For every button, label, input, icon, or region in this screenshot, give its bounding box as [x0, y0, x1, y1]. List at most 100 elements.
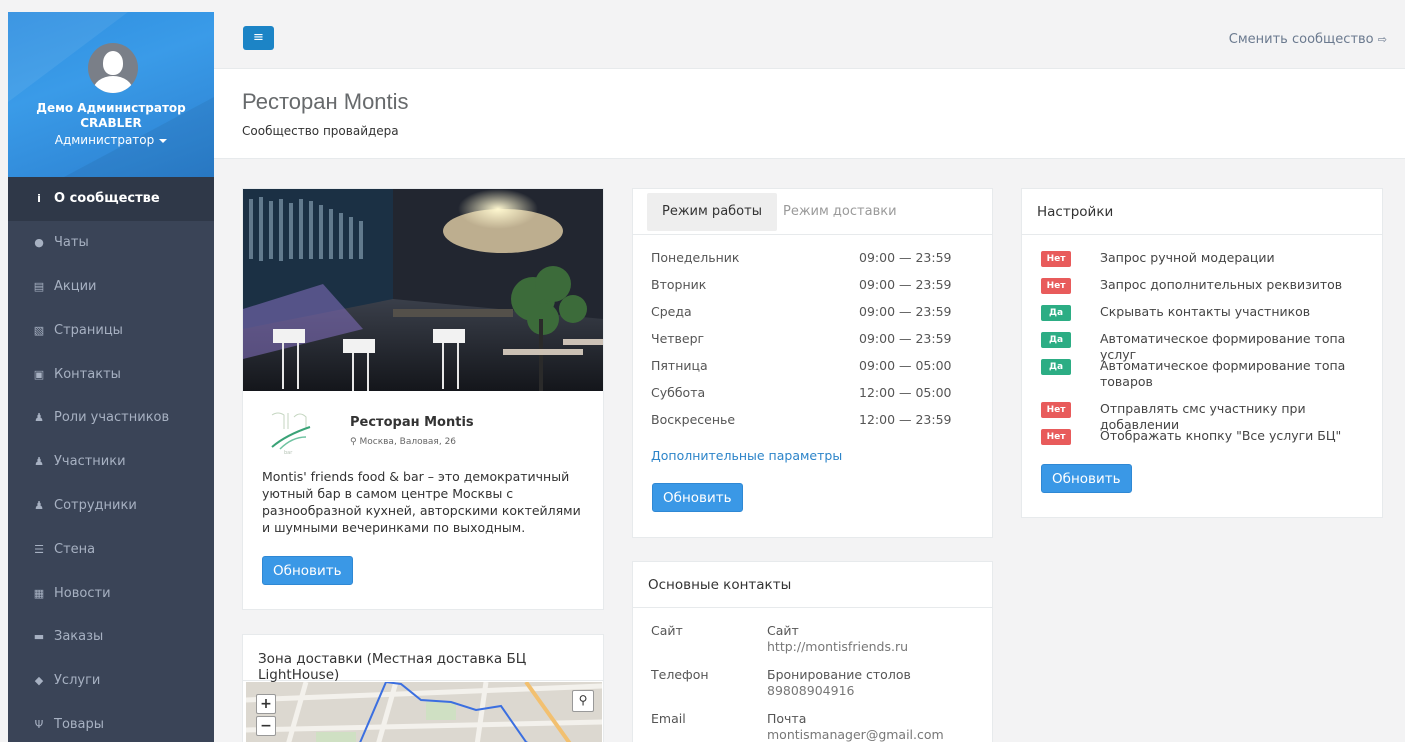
sidebar-item[interactable]: ♟ Роли участников — [8, 396, 214, 440]
newspaper-icon: ▦ — [33, 586, 45, 600]
map-marker-icon: ⚲ — [578, 693, 588, 707]
sidebar-item[interactable]: i О сообществе — [8, 177, 214, 221]
delivery-map[interactable]: + − ⚲ — [246, 682, 602, 742]
cutlery-icon: Ψ — [34, 717, 44, 731]
settings-header: Настройки — [1022, 189, 1382, 235]
switch-community-label: Сменить сообщество — [1228, 32, 1374, 47]
sidebar-item-label: Участники — [54, 454, 126, 470]
map-marker-icon: ⚲ — [350, 437, 357, 447]
sidebar-item-label: Акции — [54, 278, 97, 294]
restaurant-address-text: Москва, Валовая, 26 — [359, 437, 457, 447]
schedule-day: Вторник — [651, 277, 707, 292]
car-icon: ◆ — [34, 674, 44, 688]
zoom-out-button[interactable]: − — [256, 716, 276, 736]
sidebar-item[interactable]: ☰ Стена — [8, 527, 214, 571]
page-title: Ресторан Montis — [242, 89, 409, 114]
sidebar-item-label: Чаты — [54, 235, 89, 251]
sidebar-item-label: Страницы — [54, 322, 123, 338]
setting-label: Запрос ручной модерации — [1100, 250, 1275, 265]
schedule-time: 09:00 — 05:00 — [859, 358, 952, 373]
settings-title: Настройки — [1037, 204, 1114, 220]
settings-card: Настройки Нет Запрос ручной модерации Нет З… — [1021, 188, 1383, 518]
zoom-in-button[interactable]: + — [256, 694, 276, 714]
sidebar-item[interactable]: ♟ Сотрудники — [8, 484, 214, 528]
schedule-day: Понедельник — [651, 250, 740, 265]
schedule-day: Среда — [651, 304, 692, 319]
contact-detail[interactable]: montismanager@gmail.com — [767, 727, 944, 742]
schedule-day: Воскресенье — [651, 412, 736, 427]
sidebar-item[interactable]: Ψ Товары — [8, 703, 214, 742]
map-marker-button[interactable]: ⚲ — [572, 690, 594, 712]
schedule-time: 09:00 — 23:59 — [859, 250, 952, 265]
sidebar-nav: i О сообществе ● Чаты ▤ Акции ▧ Страницы ▣ Контак… — [8, 177, 214, 742]
settings-update-button[interactable]: Обновить — [1041, 464, 1132, 493]
delivery-zone-header: Зона доставки (Местная доставка БЦ Light… — [243, 635, 603, 683]
list-icon: ☰ — [34, 542, 44, 556]
setting-row: Нет Запрос дополнительных реквизитов — [1041, 277, 1371, 294]
status-badge: Нет — [1041, 278, 1071, 294]
setting-row: Нет Запрос ручной модерации — [1041, 250, 1371, 267]
contact-value: Сайт http://montisfriends.ru — [767, 623, 908, 655]
sidebar-item[interactable]: ● Чаты — [8, 221, 214, 265]
status-badge: Да — [1041, 359, 1071, 375]
delivery-zone-card: Зона доставки (Местная доставка БЦ Light… — [242, 634, 604, 742]
sidebar-item-label: Новости — [54, 585, 111, 601]
profile-org: CRABLER — [80, 116, 142, 130]
sidebar-item[interactable]: ▦ Новости — [8, 571, 214, 615]
contact-label: Email — [651, 711, 686, 726]
cart-icon: ▬ — [33, 630, 45, 644]
sidebar-item-label: Сотрудники — [54, 497, 137, 513]
avatar[interactable] — [88, 43, 138, 93]
file-icon: ▤ — [33, 279, 45, 293]
profile-role-dropdown[interactable]: Администратор — [8, 133, 214, 147]
extra-params-link[interactable]: Дополнительные параметры — [651, 448, 842, 463]
profile-block: Демо Администратор CRABLER Администратор — [8, 12, 214, 177]
topbar: ≡ Сменить сообщество ⇨ — [214, 12, 1405, 69]
setting-label: Скрывать контакты участников — [1100, 304, 1311, 319]
schedule-tabs: Режим работы Режим доставки — [633, 189, 992, 235]
schedule-time: 09:00 — 23:59 — [859, 277, 952, 292]
users-icon: ♟ — [34, 411, 44, 425]
status-badge: Нет — [1041, 251, 1071, 267]
setting-label: Автоматическое формирование топа товаров — [1100, 358, 1346, 389]
sidebar-item-label: Контакты — [54, 366, 121, 382]
sign-out-icon: ⇨ — [1377, 33, 1387, 46]
restaurant-address: ⚲ Москва, Валовая, 26 — [350, 437, 456, 447]
tab-working-hours[interactable]: Режим работы — [647, 193, 777, 231]
delivery-zone-title: Зона доставки (Местная доставка БЦ Light… — [258, 651, 527, 683]
file-image-icon: ▧ — [33, 323, 45, 337]
tab-delivery-hours[interactable]: Режим доставки — [768, 193, 912, 231]
status-badge: Да — [1041, 305, 1071, 321]
contact-detail[interactable]: 89808904916 — [767, 683, 911, 699]
schedule-day: Суббота — [651, 385, 706, 400]
restaurant-description: Montis' friends food & bar – это демокра… — [262, 469, 581, 535]
sidebar-item[interactable]: ◆ Услуги — [8, 659, 214, 703]
sidebar-item-label: О сообществе — [54, 191, 160, 207]
sidebar-item-label: Роли участников — [54, 410, 170, 426]
contact-name: Бронирование столов — [767, 667, 911, 682]
restaurant-update-button[interactable]: Обновить — [262, 556, 353, 585]
restaurant-card: bar Ресторан Montis ⚲ Москва, Валовая, 2… — [242, 188, 604, 610]
switch-community-link[interactable]: Сменить сообщество ⇨ — [1229, 32, 1387, 47]
restaurant-name: Ресторан Montis — [350, 415, 474, 430]
setting-label: Отображать кнопку "Все услуги БЦ" — [1100, 428, 1342, 443]
contact-detail[interactable]: http://montisfriends.ru — [767, 639, 908, 655]
sidebar-item[interactable]: ▤ Акции — [8, 265, 214, 309]
contact-name: Почта — [767, 711, 807, 726]
menu-toggle-button[interactable]: ≡ — [243, 26, 274, 50]
setting-row: Да Скрывать контакты участников — [1041, 304, 1371, 321]
schedule-day: Пятница — [651, 358, 708, 373]
contacts-card: Основные контакты Сайт Сайт http://montisf… — [632, 561, 993, 742]
status-badge: Да — [1041, 332, 1071, 348]
schedule-update-button[interactable]: Обновить — [652, 483, 743, 512]
comments-icon: ● — [34, 236, 44, 250]
schedule-time: 09:00 — 23:59 — [859, 331, 952, 346]
profile-role-label: Администратор — [54, 133, 155, 147]
sidebar-item[interactable]: ♟ Участники — [8, 440, 214, 484]
sidebar-item[interactable]: ▧ Страницы — [8, 308, 214, 352]
contacts-title: Основные контакты — [648, 577, 792, 593]
sidebar-item[interactable]: ▣ Контакты — [8, 352, 214, 396]
sidebar-item[interactable]: ▬ Заказы — [8, 615, 214, 659]
profile-name: Демо Администратор — [36, 101, 186, 115]
contact-value: Почта montismanager@gmail.com — [767, 711, 944, 742]
